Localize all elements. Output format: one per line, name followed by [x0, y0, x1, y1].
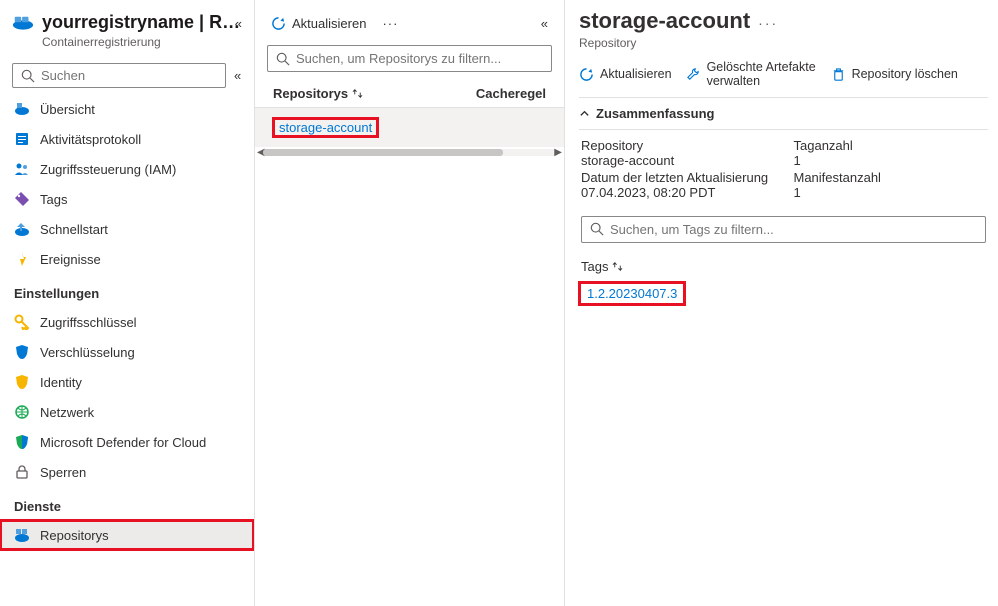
meta-manifest-value: 1 [794, 185, 987, 200]
detail-subtitle: Repository [579, 36, 988, 50]
refresh-button[interactable]: Aktualisieren [265, 12, 372, 35]
meta-repo-label: Repository [581, 138, 774, 153]
search-icon [276, 52, 290, 66]
sidebar-search[interactable] [12, 63, 226, 88]
horizontal-scrollbar[interactable]: ◀ ▶ [263, 149, 556, 156]
meta-date-label: Datum der letzten Aktualisierung [581, 170, 774, 185]
sidebar-item-tags[interactable]: Tags [0, 184, 254, 214]
tag-link[interactable]: 1.2.20230407.3 [579, 282, 685, 305]
delete-repo-button[interactable]: Repository löschen [831, 67, 958, 82]
sidebar-item-label: Schnellstart [40, 222, 108, 237]
sidebar-collapse-btn[interactable]: « [235, 16, 242, 31]
tags-header[interactable]: Tags [579, 253, 988, 280]
page-title: yourregistryname | Repositorys [42, 12, 242, 33]
lock-icon [14, 464, 30, 480]
meta-date-value: 07.04.2023, 08:20 PDT [581, 185, 774, 200]
middle-collapse-btn[interactable]: « [537, 16, 552, 31]
meta-repo-value: storage-account [581, 153, 774, 168]
sidebar-item-network[interactable]: Netzwerk [0, 397, 254, 427]
registry-icon [12, 14, 34, 32]
sidebar-item-overview[interactable]: Übersicht [0, 94, 254, 124]
chevron-up-icon [579, 108, 590, 119]
col-header-repositories[interactable]: Repositorys [273, 86, 476, 101]
refresh-icon [271, 16, 286, 31]
col-header-cache-rule[interactable]: Cacheregel [476, 86, 546, 101]
repo-search[interactable] [267, 45, 552, 72]
sidebar-item-label: Sperren [40, 465, 86, 480]
shield-icon [14, 374, 30, 390]
sidebar-item-events[interactable]: Ereignisse [0, 244, 254, 274]
sidebar-item-label: Repositorys [40, 528, 109, 543]
detail-title: storage-account [579, 8, 750, 34]
sidebar-group-services: Dienste [0, 487, 254, 520]
sidebar-item-label: Aktivitätsprotokoll [40, 132, 141, 147]
sidebar-item-access-keys[interactable]: Zugriffsschlüssel [0, 307, 254, 337]
quickstart-icon [14, 221, 30, 237]
trash-icon [831, 67, 846, 82]
repo-icon [14, 527, 30, 543]
refresh-button[interactable]: Aktualisieren [579, 67, 672, 82]
repository-list-panel: Aktualisieren ··· « Repositorys Cachereg… [255, 0, 565, 606]
sidebar-item-label: Microsoft Defender for Cloud [40, 435, 206, 450]
repo-name-link[interactable]: storage-account [273, 118, 378, 137]
summary-grid: Repository storage-account Taganzahl 1 D… [579, 130, 988, 210]
overview-icon [14, 101, 30, 117]
sidebar-item-repositories[interactable]: Repositorys [0, 520, 254, 550]
sidebar-item-encryption[interactable]: Verschlüsselung [0, 337, 254, 367]
tag-search-input[interactable] [610, 222, 977, 237]
sidebar-item-label: Ereignisse [40, 252, 101, 267]
summary-expander[interactable]: Zusammenfassung [579, 98, 988, 130]
search-icon [590, 222, 604, 236]
sidebar-group-settings: Einstellungen [0, 274, 254, 307]
sidebar-collapse-menu[interactable]: « [232, 68, 243, 83]
sidebar-search-input[interactable] [41, 68, 217, 83]
search-icon [21, 69, 35, 83]
repository-detail-panel: storage-account ··· Repository Aktualisi… [565, 0, 998, 606]
meta-tagcount-label: Taganzahl [794, 138, 987, 153]
sidebar-nav: Übersicht Aktivitätsprotokoll Zugriffsst… [0, 94, 254, 598]
tag-icon [14, 191, 30, 207]
scroll-right-icon[interactable]: ▶ [554, 147, 562, 158]
manage-deleted-button[interactable]: Gelöschte Artefakte verwalten [686, 60, 817, 89]
shield-icon [14, 344, 30, 360]
page-subtitle: Containerregistrierung [42, 35, 242, 49]
sidebar-item-defender[interactable]: Microsoft Defender for Cloud [0, 427, 254, 457]
sidebar-item-activity-log[interactable]: Aktivitätsprotokoll [0, 124, 254, 154]
more-menu[interactable]: ··· [376, 14, 404, 33]
sidebar-item-label: Zugriffssteuerung (IAM) [40, 162, 176, 177]
key-icon [14, 314, 30, 330]
meta-manifest-label: Manifestanzahl [794, 170, 987, 185]
defender-icon [14, 434, 30, 450]
sidebar-item-label: Netzwerk [40, 405, 94, 420]
sort-icon [612, 261, 623, 272]
sidebar-item-quickstart[interactable]: Schnellstart [0, 214, 254, 244]
sidebar-item-label: Verschlüsselung [40, 345, 135, 360]
iam-icon [14, 161, 30, 177]
sidebar-item-label: Übersicht [40, 102, 95, 117]
detail-toolbar: Aktualisieren Gelöschte Artefakte verwal… [579, 50, 988, 98]
detail-more-menu[interactable]: ··· [758, 13, 778, 31]
scroll-thumb[interactable] [263, 149, 503, 156]
network-icon [14, 404, 30, 420]
sidebar-item-identity[interactable]: Identity [0, 367, 254, 397]
refresh-icon [579, 67, 594, 82]
sidebar-item-label: Zugriffsschlüssel [40, 315, 137, 330]
sidebar-header: yourregistryname | Repositorys Container… [0, 8, 254, 53]
meta-tagcount-value: 1 [794, 153, 987, 168]
repo-row[interactable]: storage-account [255, 108, 564, 147]
sidebar-item-label: Tags [40, 192, 67, 207]
sort-icon [352, 88, 363, 99]
sidebar-item-iam[interactable]: Zugriffssteuerung (IAM) [0, 154, 254, 184]
sidebar: yourregistryname | Repositorys Container… [0, 0, 255, 606]
refresh-label: Aktualisieren [292, 16, 366, 31]
sidebar-item-locks[interactable]: Sperren [0, 457, 254, 487]
tag-search[interactable] [581, 216, 986, 243]
log-icon [14, 131, 30, 147]
repo-search-input[interactable] [296, 51, 543, 66]
events-icon [14, 251, 30, 267]
repo-table-header: Repositorys Cacheregel [255, 80, 564, 108]
wrench-icon [686, 67, 701, 82]
sidebar-item-label: Identity [40, 375, 82, 390]
